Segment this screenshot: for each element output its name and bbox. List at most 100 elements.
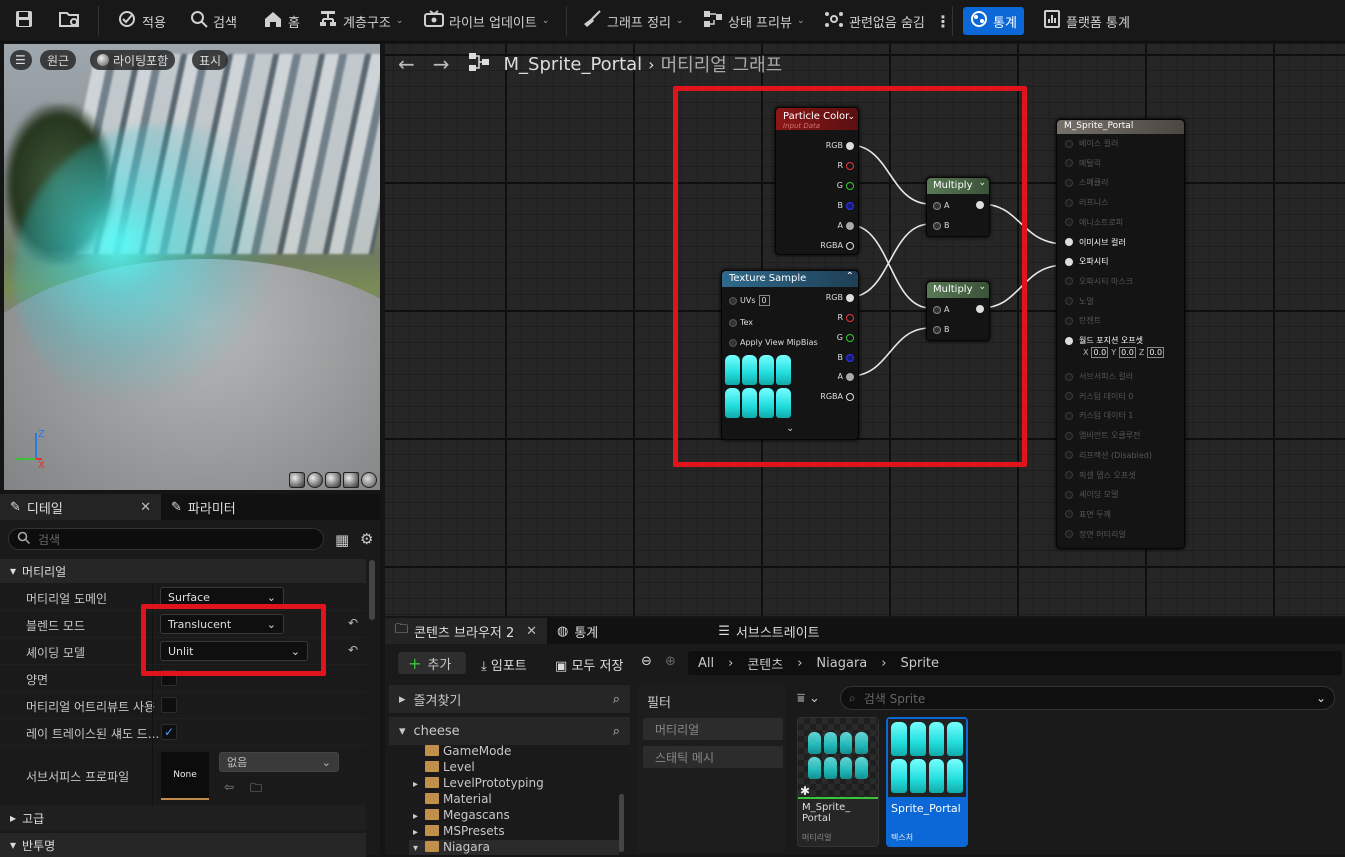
platform-stats-button[interactable]: 플랫폼 통계: [1043, 7, 1130, 35]
folder-item[interactable]: Level: [409, 760, 619, 776]
asset-card-material[interactable]: ✱ M_Sprite_ Portal 머티리얼: [797, 717, 879, 847]
search-button[interactable]: 검색: [190, 7, 237, 35]
folder-item[interactable]: Material: [409, 792, 619, 808]
perspective-button[interactable]: 원근: [40, 50, 77, 70]
folder-item[interactable]: ▾ Niagara: [409, 840, 619, 855]
live-update-button[interactable]: 라이브 업데이트 ⌄: [424, 7, 549, 35]
save-button[interactable]: [14, 7, 34, 35]
show-button[interactable]: 표시: [192, 50, 229, 70]
result-pin-8[interactable]: 노멀: [1065, 296, 1094, 307]
result-pin-9[interactable]: 탄젠트: [1065, 315, 1101, 326]
grid-view-icon[interactable]: ▦: [335, 531, 349, 549]
favorites-section[interactable]: ▸ 즐겨찾기 ⌕: [389, 685, 630, 713]
result-pin-13[interactable]: 커스텀 데이터 1: [1065, 410, 1133, 421]
hide-unrelated-button[interactable]: 관련없음 숨김: [824, 7, 925, 35]
result-pin-15[interactable]: 리프랙션 (Disabled): [1065, 450, 1152, 461]
reset-arrow-icon[interactable]: ↶: [348, 616, 358, 630]
wpo-axis-value[interactable]: 0.0: [1119, 347, 1136, 358]
plane-shape-button[interactable]: [325, 472, 341, 488]
material-preview-viewport[interactable]: ☰ 원근 라이팅포함 표시 ZX: [4, 44, 380, 490]
result-pin-7[interactable]: 오파시티 마스크: [1065, 276, 1133, 287]
path-sprite[interactable]: Sprite: [900, 656, 939, 671]
result-pin-18[interactable]: 표면 두께: [1065, 509, 1111, 520]
result-pin-14[interactable]: 앰비언트 오클루전: [1065, 430, 1140, 441]
asset-card-texture[interactable]: Sprite_Portal 텍스처: [886, 717, 968, 847]
tab-content-browser[interactable]: 🗀 콘텐츠 브라우저 2 ✕: [385, 618, 547, 644]
folder-item[interactable]: ▸ LevelPrototyping: [409, 776, 619, 792]
folder-item[interactable]: GameMode: [409, 744, 619, 760]
teapot-shape-button[interactable]: [361, 472, 377, 488]
subsurface-thumbnail[interactable]: None: [161, 752, 209, 800]
result-pin-17[interactable]: 셰이딩 모델: [1065, 489, 1118, 500]
use-material-attributes-checkbox[interactable]: [161, 697, 177, 713]
result-pin-10[interactable]: 월드 포지션 오프셋: [1065, 335, 1143, 346]
graph-asset-name[interactable]: M_Sprite_Portal: [504, 54, 643, 75]
result-pin-0[interactable]: 베이스 컬러: [1065, 138, 1118, 149]
result-pin-1[interactable]: 메탈릭: [1065, 158, 1101, 169]
close-icon[interactable]: ✕: [140, 500, 151, 515]
search-icon[interactable]: ⌕: [613, 724, 620, 739]
search-icon[interactable]: ⌕: [613, 692, 620, 707]
result-pin-16[interactable]: 픽셀 뎁스 오프셋: [1065, 470, 1136, 481]
import-button[interactable]: ⤓ 임포트: [481, 655, 527, 674]
tab-stats[interactable]: ◍ 통계: [547, 618, 608, 644]
result-pin-3[interactable]: 러프니스: [1065, 197, 1108, 208]
path-content[interactable]: 콘텐츠: [747, 654, 783, 673]
filter-icon[interactable]: ⩸ ⌄: [797, 691, 820, 706]
subsurface-asset-dropdown[interactable]: 없음 ⌄: [219, 752, 339, 772]
more-options-button[interactable]: ⋮: [935, 7, 951, 35]
browse-button[interactable]: [58, 7, 82, 35]
tab-substrate[interactable]: ☰ 서브스트레이트: [708, 618, 829, 644]
section-material[interactable]: ▾ 머티리얼: [0, 559, 366, 583]
viewport-menu-button[interactable]: ☰: [10, 50, 32, 70]
section-translucency[interactable]: ▾ 반투명: [0, 833, 366, 857]
use-selected-arrow-icon[interactable]: ⇦: [224, 780, 234, 794]
section-advanced[interactable]: ▸ 고급: [0, 806, 366, 830]
sphere-shape-button[interactable]: [307, 472, 323, 488]
stats-button[interactable]: 통계: [963, 7, 1024, 35]
folder-scrollbar[interactable]: [619, 794, 624, 852]
node-result-title[interactable]: M_Sprite_Portal: [1057, 120, 1184, 134]
project-section[interactable]: ▾ cheese ⌕: [389, 717, 630, 745]
tab-details[interactable]: ✎ 디테일 ✕: [0, 494, 161, 520]
folder-item[interactable]: ▸ MSPresets: [409, 824, 619, 840]
result-pin-5[interactable]: 이미시브 컬러: [1065, 237, 1126, 248]
wpo-axis-value[interactable]: 0.0: [1147, 347, 1165, 358]
details-scrollbar[interactable]: [369, 560, 375, 620]
close-icon[interactable]: ✕: [526, 624, 537, 639]
state-preview-button[interactable]: 상태 프리뷰 ⌄: [703, 7, 804, 35]
home-button[interactable]: 홈: [263, 7, 300, 35]
cylinder-shape-button[interactable]: [289, 472, 305, 488]
lit-mode-button[interactable]: 라이팅포함: [90, 50, 176, 70]
raytraced-shadow-checkbox[interactable]: ✓: [161, 724, 177, 740]
result-pin-19[interactable]: 정면 머티리얼: [1065, 529, 1126, 540]
node-material-result[interactable]: M_Sprite_Portal 베이스 컬러메탈릭스페큘러러프니스애니소트로피이…: [1056, 119, 1185, 549]
path-all[interactable]: All: [698, 656, 714, 671]
clean-graph-button[interactable]: 그래프 정리 ⌄: [582, 7, 683, 35]
result-pin-12[interactable]: 커스텀 데이터 0: [1065, 391, 1133, 402]
add-button[interactable]: + 추가: [398, 652, 466, 674]
filter-material[interactable]: 머티리얼: [643, 718, 783, 740]
result-pin-6[interactable]: 오파시티: [1065, 256, 1108, 267]
settings-gear-icon[interactable]: ⚙: [360, 530, 373, 548]
forward-arrow-icon[interactable]: →: [433, 52, 450, 76]
apply-button[interactable]: 적용: [117, 7, 166, 35]
wpo-axis-value[interactable]: 0.0: [1091, 347, 1109, 358]
reset-arrow-icon[interactable]: ↶: [348, 643, 358, 657]
back-arrow-icon[interactable]: ←: [398, 52, 415, 76]
cube-shape-button[interactable]: [343, 472, 359, 488]
asset-search-input[interactable]: ⌕ 검색 Sprite ⌄: [840, 686, 1335, 710]
folder-item[interactable]: ▸ Megascans: [409, 808, 619, 824]
history-forward-icon[interactable]: ⊕: [665, 654, 676, 669]
details-search-input[interactable]: 검색: [8, 528, 324, 550]
filter-static-mesh[interactable]: 스태틱 메시: [643, 746, 783, 768]
hierarchy-button[interactable]: 계층구조 ⌄: [318, 7, 403, 35]
result-pin-4[interactable]: 애니소트로피: [1065, 217, 1123, 228]
save-all-button[interactable]: ▣ 모두 저장: [555, 655, 623, 674]
path-niagara[interactable]: Niagara: [816, 656, 867, 671]
result-pin-11[interactable]: 서브서피스 컬러: [1065, 371, 1133, 382]
result-pin-2[interactable]: 스페큘러: [1065, 177, 1108, 188]
browse-folder-icon[interactable]: 🗀: [250, 779, 262, 800]
history-back-icon[interactable]: ⊖: [641, 654, 652, 669]
tab-parameters[interactable]: ✎ 파라미터: [161, 494, 246, 520]
